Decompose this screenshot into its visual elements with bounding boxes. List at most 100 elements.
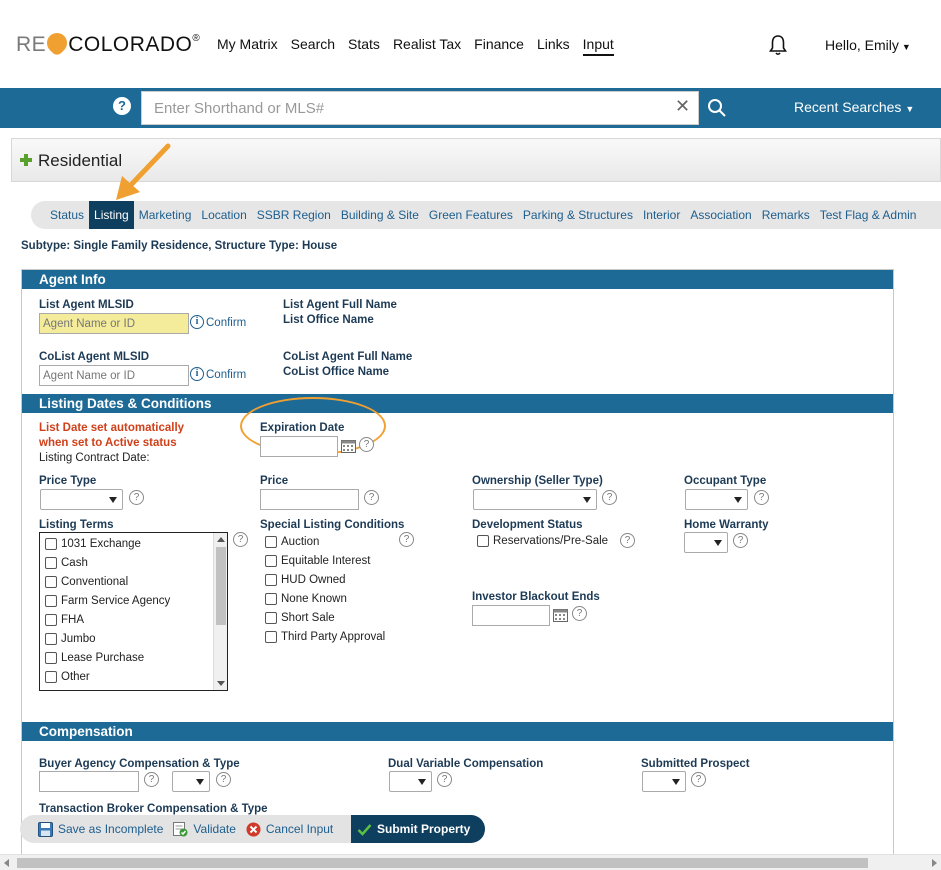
list-item[interactable]: Cash — [45, 557, 88, 569]
scroll-right-icon[interactable] — [932, 859, 937, 867]
checkbox[interactable] — [477, 535, 489, 547]
checkbox[interactable] — [265, 555, 277, 567]
colist-agent-confirm-link[interactable]: Confirm — [206, 369, 246, 381]
list-item[interactable]: Equitable Interest — [265, 555, 371, 567]
checkbox[interactable] — [45, 652, 57, 664]
checkbox[interactable] — [265, 574, 277, 586]
help-icon[interactable]: ? — [437, 772, 452, 787]
tab-location[interactable]: Location — [196, 201, 251, 229]
help-icon[interactable]: ? — [691, 772, 706, 787]
list-item[interactable]: Short Sale — [265, 612, 335, 624]
help-icon[interactable]: ? — [602, 490, 617, 505]
tab-listing[interactable]: Listing — [89, 201, 134, 229]
buyer-agency-compensation-input[interactable] — [39, 771, 139, 792]
list-item[interactable]: FHA — [45, 614, 84, 626]
checkbox[interactable] — [45, 633, 57, 645]
checkbox[interactable] — [265, 631, 277, 643]
shorthand-search-input[interactable] — [141, 91, 699, 125]
help-icon[interactable]: ? — [572, 606, 587, 621]
checkbox[interactable] — [45, 671, 57, 683]
checkbox[interactable] — [45, 576, 57, 588]
list-item[interactable]: HUD Owned — [265, 574, 346, 586]
checkbox[interactable] — [45, 538, 57, 550]
info-icon[interactable]: i — [190, 315, 204, 329]
list-item[interactable]: Third Party Approval — [265, 631, 385, 643]
calendar-icon[interactable] — [553, 608, 568, 622]
cancel-input-button[interactable]: Cancel Input — [246, 822, 333, 837]
expiration-date-input[interactable] — [260, 436, 338, 457]
search-icon[interactable] — [707, 98, 727, 118]
clear-icon[interactable]: ✕ — [675, 96, 690, 117]
nav-links[interactable]: Links — [537, 36, 570, 56]
info-icon[interactable]: i — [190, 367, 204, 381]
tab-status[interactable]: Status — [45, 201, 89, 229]
tab-interior[interactable]: Interior — [638, 201, 685, 229]
checkbox[interactable] — [265, 536, 277, 548]
checkbox[interactable] — [265, 612, 277, 624]
checkbox[interactable] — [45, 614, 57, 626]
list-item[interactable]: Farm Service Agency — [45, 595, 170, 607]
scroll-down-icon[interactable] — [217, 681, 225, 686]
list-agent-mlsid-input[interactable] — [39, 313, 189, 334]
help-icon[interactable]: ? — [364, 490, 379, 505]
scrollbar-thumb[interactable] — [216, 547, 226, 625]
help-icon[interactable]: ? — [359, 437, 374, 452]
list-item[interactable]: Conventional — [45, 576, 128, 588]
nav-finance[interactable]: Finance — [474, 36, 524, 56]
tab-association[interactable]: Association — [685, 201, 756, 229]
list-item[interactable]: Auction — [265, 536, 319, 548]
list-item[interactable]: Other — [45, 671, 90, 683]
list-item[interactable]: Jumbo — [45, 633, 96, 645]
checkbox[interactable] — [45, 595, 57, 607]
horizontal-scrollbar[interactable] — [0, 854, 941, 870]
tab-ssbr-region[interactable]: SSBR Region — [252, 201, 336, 229]
investor-blackout-input[interactable] — [472, 605, 550, 626]
user-menu[interactable]: Hello, Emily ▼ — [825, 37, 911, 53]
help-icon[interactable]: ? — [144, 772, 159, 787]
scroll-left-icon[interactable] — [4, 859, 9, 867]
help-icon[interactable]: ? — [754, 490, 769, 505]
bell-icon[interactable] — [768, 34, 788, 56]
colist-agent-mlsid-input[interactable] — [39, 365, 189, 386]
recent-searches-dropdown[interactable]: Recent Searches ▼ — [794, 99, 914, 115]
nav-input[interactable]: Input — [582, 36, 614, 56]
dual-variable-compensation-select[interactable] — [389, 771, 432, 792]
listing-terms-scrollbar[interactable] — [213, 533, 227, 690]
nav-search[interactable]: Search — [291, 36, 335, 56]
tab-test-flag-admin[interactable]: Test Flag & Admin — [815, 201, 922, 229]
nav-my-matrix[interactable]: My Matrix — [217, 36, 278, 56]
checkbox[interactable] — [265, 593, 277, 605]
scrollbar-thumb[interactable] — [17, 858, 868, 868]
occupant-type-select[interactable] — [685, 489, 748, 510]
list-item[interactable]: None Known — [265, 593, 347, 605]
list-agent-confirm-link[interactable]: Confirm — [206, 317, 246, 329]
tab-marketing[interactable]: Marketing — [134, 201, 197, 229]
help-icon[interactable]: ? — [399, 532, 414, 547]
checkbox[interactable] — [45, 557, 57, 569]
home-warranty-select[interactable] — [684, 532, 728, 553]
list-item[interactable]: 1031 Exchange — [45, 538, 141, 550]
save-as-incomplete-button[interactable]: Save as Incomplete — [38, 821, 163, 837]
tab-remarks[interactable]: Remarks — [757, 201, 815, 229]
price-type-select[interactable] — [40, 489, 123, 510]
help-icon[interactable]: ? — [733, 533, 748, 548]
ownership-select[interactable] — [473, 489, 597, 510]
tab-parking-structures[interactable]: Parking & Structures — [518, 201, 638, 229]
re-colorado-logo[interactable]: RE COLORADO® — [16, 28, 200, 58]
list-item[interactable]: Reservations/Pre-Sale — [477, 535, 608, 547]
buyer-agency-type-select[interactable] — [172, 771, 210, 792]
nav-realist-tax[interactable]: Realist Tax — [393, 36, 461, 56]
tab-green-features[interactable]: Green Features — [424, 201, 518, 229]
help-icon[interactable]: ? — [129, 490, 144, 505]
tab-building-site[interactable]: Building & Site — [336, 201, 424, 229]
listing-terms-list[interactable]: 1031 Exchange Cash Conventional Farm Ser… — [39, 532, 228, 691]
help-icon[interactable]: ? — [233, 532, 248, 547]
nav-stats[interactable]: Stats — [348, 36, 380, 56]
submit-property-button[interactable]: Submit Property — [351, 815, 485, 843]
calendar-icon[interactable] — [341, 439, 356, 453]
validate-button[interactable]: Validate — [173, 821, 236, 837]
scroll-up-icon[interactable] — [217, 537, 225, 542]
help-icon[interactable]: ? — [620, 533, 635, 548]
price-input[interactable] — [260, 489, 359, 510]
list-item[interactable]: Lease Purchase — [45, 652, 144, 664]
